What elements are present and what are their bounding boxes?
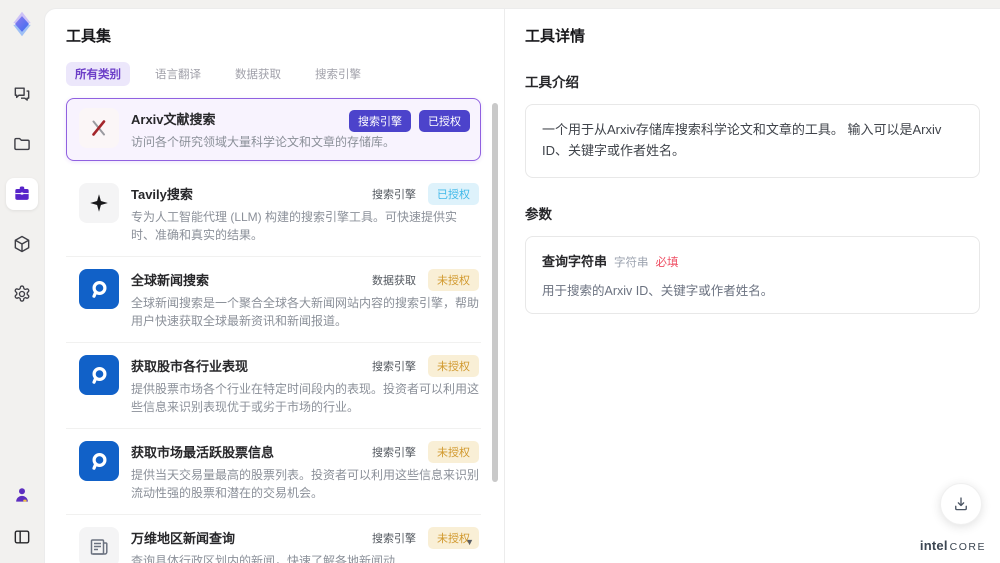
param-list: 查询字符串 字符串 必填 用于搜索的Arxiv ID、关键字或作者姓名。	[525, 235, 980, 314]
sidebar-item-folder[interactable]	[6, 128, 38, 160]
blue-search-icon	[79, 441, 119, 481]
tavily-star-icon	[79, 183, 119, 223]
sidebar-item-tools[interactable]	[6, 178, 38, 210]
intro-heading: 工具介绍	[525, 75, 579, 90]
tool-card[interactable]: Arxiv文献搜索 访问各个研究领域大量科学论文和文章的存储库。 搜索引擎 已授…	[66, 98, 481, 161]
tool-description: 提供股票市场各个行业在特定时间段内的表现。投资者可以利用这些信息来识别表现优于或…	[131, 382, 480, 414]
auth-status-badge: 已授权	[419, 110, 470, 132]
tool-list-panel: 工具集 所有类别 语言翻译 数据获取 搜索引擎 Arxiv文献搜索 访问各个研究领域大…	[45, 9, 505, 563]
panel-left-icon	[12, 527, 32, 547]
tool-card[interactable]: Tavily搜索 专为人工智能代理 (LLM) 构建的搜索引擎工具。可快速提供实…	[66, 171, 481, 257]
auth-status-badge: 已授权	[428, 183, 479, 205]
auth-status-badge: 未授权	[428, 355, 479, 377]
chat-icon	[12, 84, 32, 104]
tool-card[interactable]: 获取股市各行业表现 提供股票市场各个行业在特定时间段内的表现。投资者可以利用这些…	[66, 343, 481, 429]
download-icon	[955, 497, 967, 511]
blue-search-icon	[79, 355, 119, 395]
category-tab-3[interactable]: 搜索引擎	[306, 62, 370, 86]
tool-card[interactable]: 获取市场最活跃股票信息 提供当天交易量最高的股票列表。投资者可以利用这些信息来识…	[66, 429, 481, 515]
category-badge: 搜索引擎	[349, 110, 411, 132]
category-badge: 搜索引擎	[372, 533, 416, 545]
folder-icon	[12, 134, 32, 154]
sidebar-item-collapse[interactable]	[6, 521, 38, 553]
params-heading: 参数	[525, 206, 552, 222]
sidebar-item-models[interactable]	[6, 228, 38, 260]
sidebar-item-settings[interactable]	[6, 278, 38, 310]
auth-status-badge: 未授权	[428, 269, 479, 291]
category-tab-2[interactable]: 数据获取	[226, 62, 290, 86]
param-required-flag: 必填	[655, 256, 679, 269]
category-badge: 数据获取	[372, 275, 416, 287]
category-badge: 搜索引擎	[372, 361, 416, 373]
category-tab-1[interactable]: 语言翻译	[146, 62, 210, 86]
page-title: 工具集	[66, 28, 112, 45]
icon-sidebar	[0, 0, 44, 563]
download-button[interactable]	[940, 483, 982, 525]
tool-description: 查询具体行政区划内的新闻，快速了解各地新闻动	[131, 554, 396, 563]
tool-intro-text: 一个用于从Arxiv存储库搜索科学论文和文章的工具。 输入可以是Arxiv ID…	[525, 104, 980, 178]
tool-description: 访问各个研究领域大量科学论文和文章的存储库。	[131, 135, 396, 149]
scrollbar[interactable]	[492, 91, 498, 553]
param-name: 查询字符串	[542, 253, 608, 269]
auth-status-badge: 未授权	[428, 441, 479, 463]
app-logo-icon[interactable]	[8, 10, 36, 38]
category-badge: 搜索引擎	[372, 189, 416, 201]
intel-brand-text: intel	[919, 538, 948, 553]
category-tabs: 所有类别 语言翻译 数据获取 搜索引擎	[66, 62, 480, 86]
sidebar-item-profile[interactable]	[6, 479, 38, 511]
detail-title: 工具详情	[525, 28, 586, 45]
category-badge: 搜索引擎	[372, 447, 416, 459]
core-brand-text: CORE	[949, 541, 986, 553]
arxiv-logo-icon	[79, 108, 119, 148]
tool-card[interactable]: 万维地区新闻查询 查询具体行政区划内的新闻，快速了解各地新闻动 搜索引擎 未授权	[66, 515, 481, 563]
gear-icon	[12, 284, 32, 304]
tool-description: 专为人工智能代理 (LLM) 构建的搜索引擎工具。可快速提供实时、准确和真实的结…	[131, 210, 458, 242]
intel-core-logo: intel CORE	[920, 538, 986, 553]
tool-detail-panel: 工具详情 工具介绍 一个用于从Arxiv存储库搜索科学论文和文章的工具。 输入可…	[505, 9, 1000, 563]
scrollbar-thumb[interactable]	[492, 103, 498, 482]
category-tab-0[interactable]: 所有类别	[66, 62, 130, 86]
scroll-down-caret: ▼	[465, 537, 474, 547]
tool-description: 提供当天交易量最高的股票列表。投资者可以利用这些信息来识别流动性强的股票和潜在的…	[131, 468, 480, 500]
cube-icon	[12, 234, 32, 254]
newspaper-icon	[79, 527, 119, 563]
param-item: 查询字符串 字符串 必填 用于搜索的Arxiv ID、关键字或作者姓名。	[542, 251, 963, 299]
blue-search-icon	[79, 269, 119, 309]
sidebar-item-chat[interactable]	[6, 78, 38, 110]
tool-description: 全球新闻搜索是一个聚合全球各大新闻网站内容的搜索引擎，帮助用户快速获取全球最新资…	[131, 296, 480, 328]
briefcase-icon	[12, 184, 32, 204]
main-surface: 工具集 所有类别 语言翻译 数据获取 搜索引擎 Arxiv文献搜索 访问各个研究领域大…	[44, 8, 1000, 563]
tool-card[interactable]: 全球新闻搜索 全球新闻搜索是一个聚合全球各大新闻网站内容的搜索引擎，帮助用户快速…	[66, 257, 481, 343]
tool-list: Arxiv文献搜索 访问各个研究领域大量科学论文和文章的存储库。 搜索引擎 已授…	[66, 98, 481, 563]
param-description: 用于搜索的Arxiv ID、关键字或作者姓名。	[542, 283, 774, 298]
user-icon	[12, 485, 32, 505]
param-type: 字符串	[614, 256, 649, 269]
